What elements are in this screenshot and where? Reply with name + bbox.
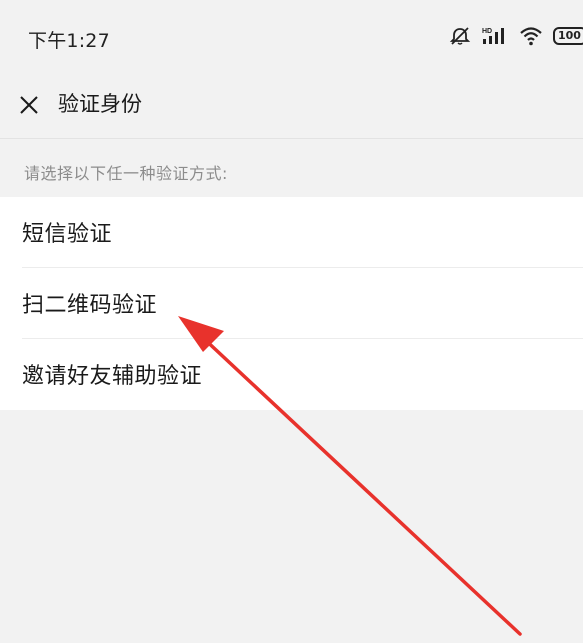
verification-hint: 请选择以下任一种验证方式: — [24, 164, 228, 183]
close-button[interactable] — [14, 90, 44, 120]
option-label: 邀请好友辅助验证 — [22, 364, 203, 389]
option-friend-assisted-verification[interactable]: 邀请好友辅助验证 — [0, 339, 583, 410]
status-bar: 下午1:27 HD 100 — [0, 0, 583, 72]
verify-identity-screen: 下午1:27 HD 100 验证身份 请选择以下任一种验证方式: 短信验证 扫二… — [0, 0, 583, 643]
page-title: 验证身份 — [58, 92, 142, 116]
option-label: 短信验证 — [22, 222, 113, 247]
nav-divider — [0, 138, 583, 139]
alarm-off-icon — [449, 25, 471, 47]
status-time: 下午1:27 — [28, 30, 110, 52]
wifi-icon — [519, 25, 543, 47]
status-icons: HD 100 — [449, 24, 583, 48]
nav-bar: 验证身份 — [0, 72, 583, 138]
battery-icon: 100 — [553, 27, 583, 45]
hd-signal-icon: HD — [481, 25, 509, 47]
option-sms-verification[interactable]: 短信验证 — [0, 197, 583, 268]
verification-options-list: 短信验证 扫二维码验证 邀请好友辅助验证 — [0, 197, 583, 410]
option-qr-code-verification[interactable]: 扫二维码验证 — [0, 268, 583, 339]
option-label: 扫二维码验证 — [22, 293, 158, 318]
close-icon — [20, 96, 38, 114]
svg-text:HD: HD — [482, 28, 492, 35]
